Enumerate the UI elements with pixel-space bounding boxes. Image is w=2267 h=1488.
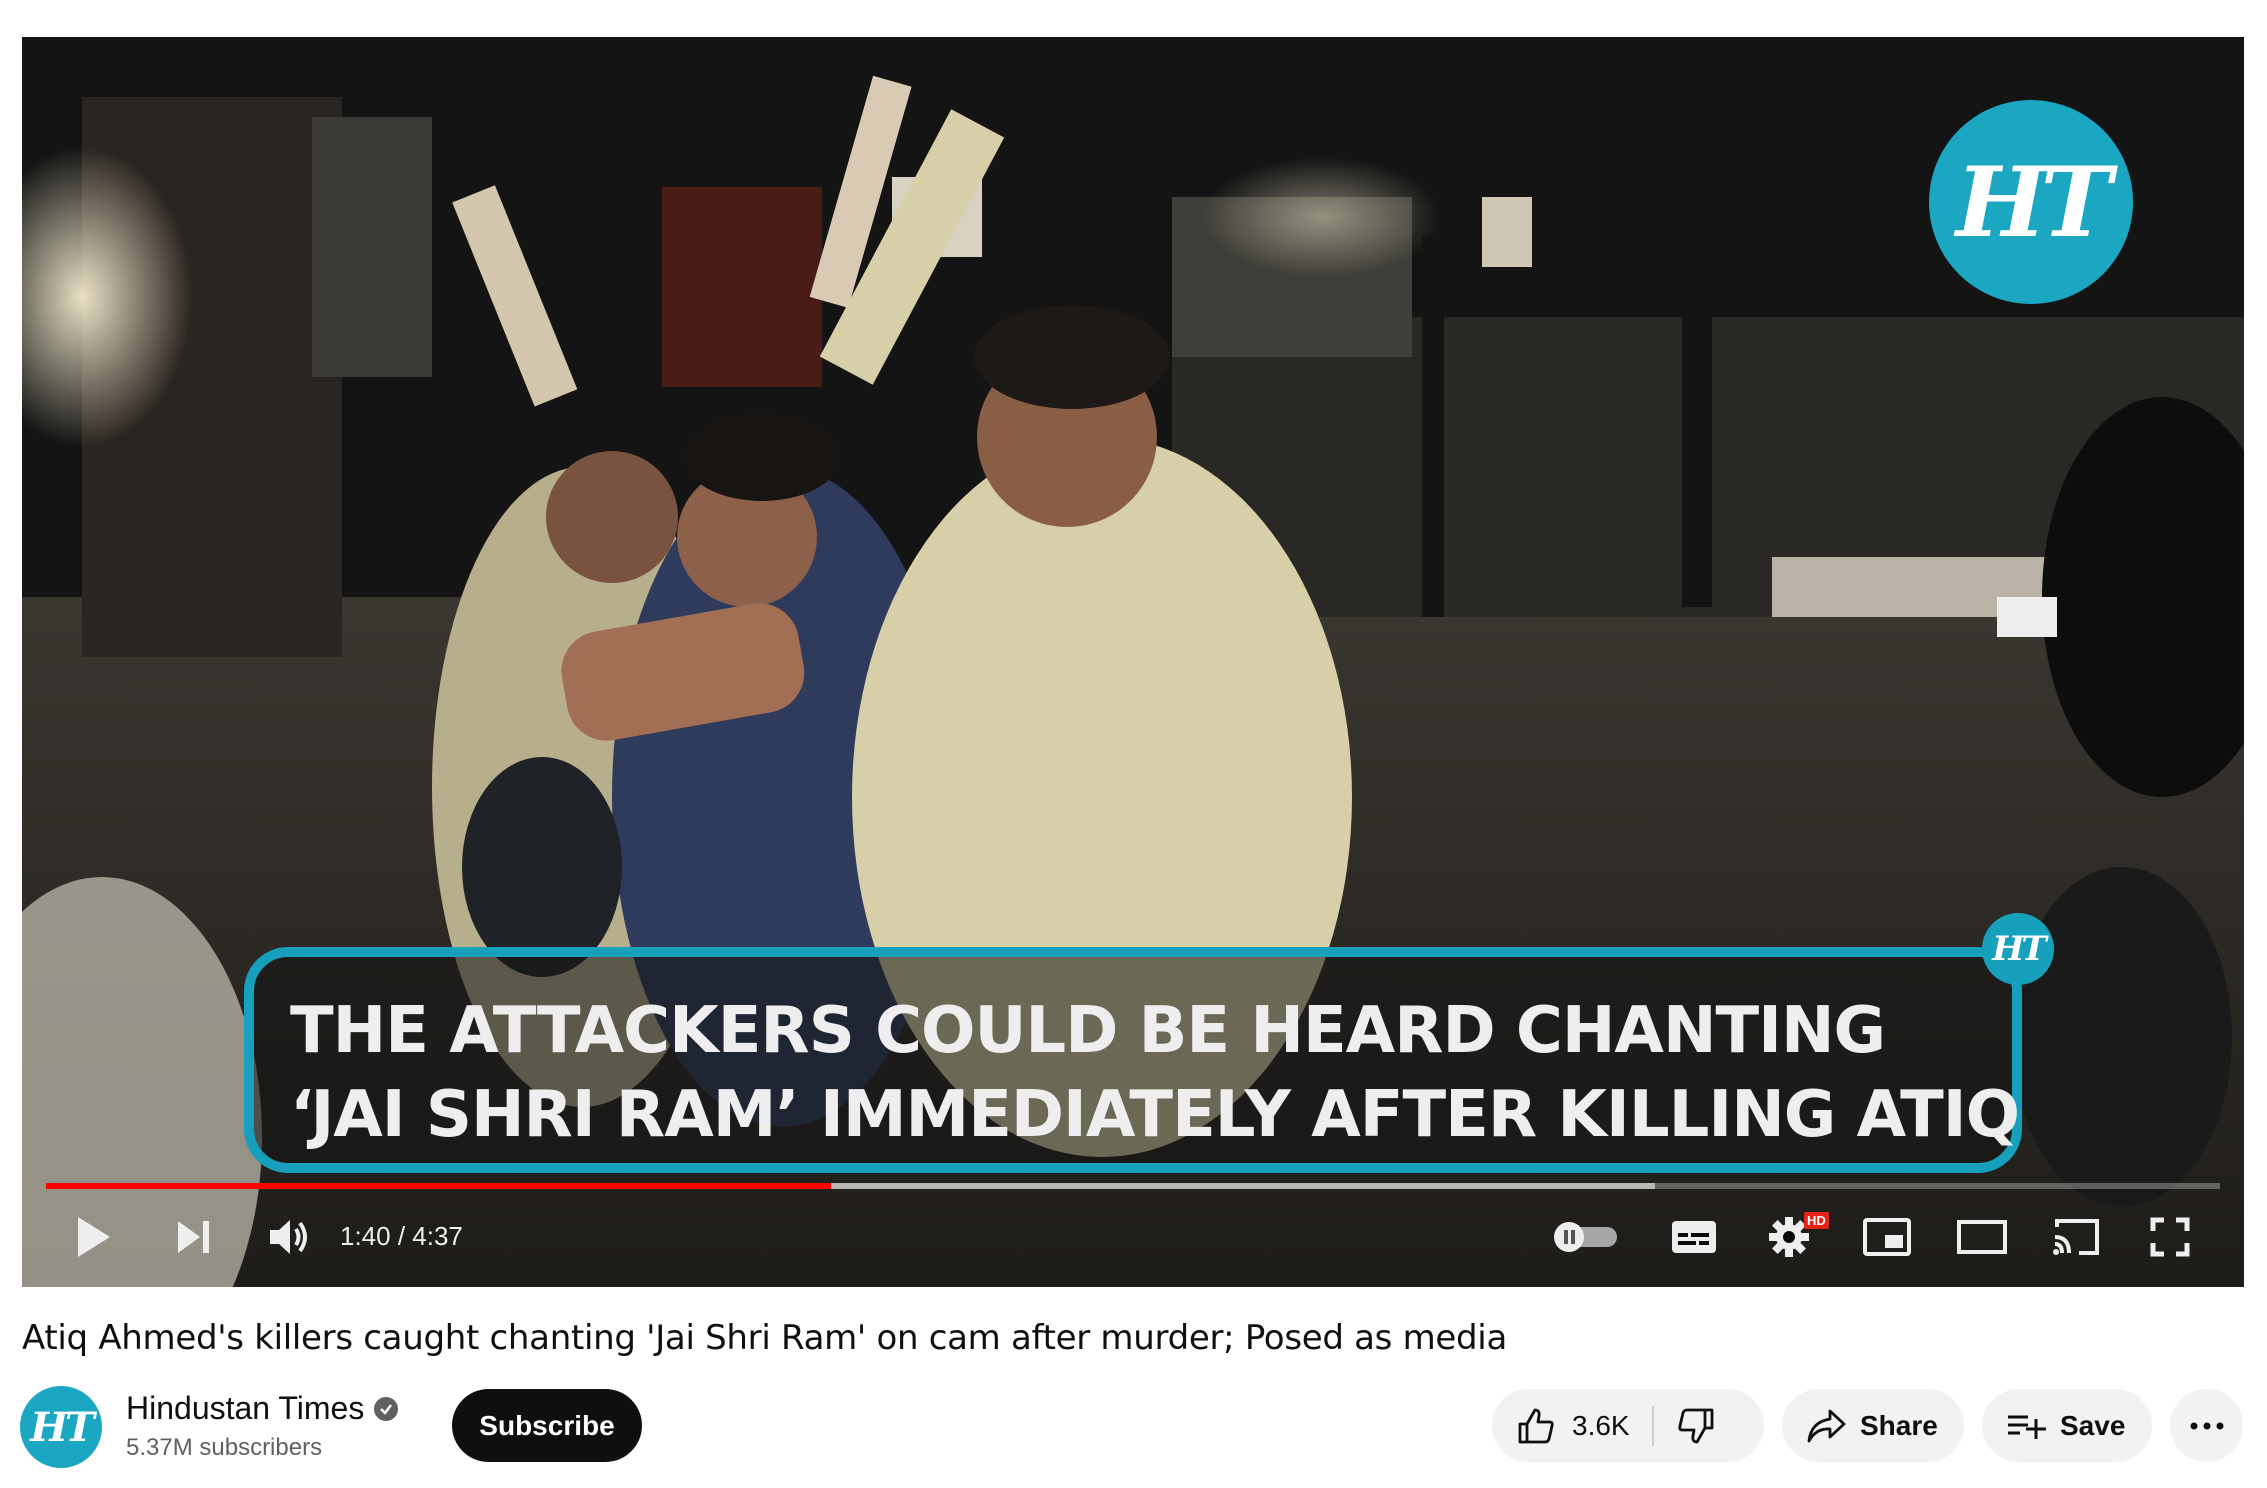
- subtitles-icon: [1672, 1221, 1716, 1253]
- subtitles-button[interactable]: [1662, 1205, 1726, 1269]
- theater-icon: [1957, 1220, 2007, 1254]
- dislike-button[interactable]: [1654, 1389, 1716, 1462]
- caption-badge-logo: HT: [1982, 913, 2054, 985]
- channel-name-link[interactable]: Hindustan Times: [126, 1390, 399, 1427]
- theater-mode-button[interactable]: [1950, 1205, 2014, 1269]
- more-actions-button[interactable]: [2170, 1389, 2243, 1462]
- play-icon: [78, 1217, 110, 1257]
- cast-button[interactable]: [2044, 1205, 2108, 1269]
- miniplayer-button[interactable]: [1855, 1205, 1919, 1269]
- add-to-playlist-icon: [2008, 1415, 2046, 1439]
- subscribe-button[interactable]: Subscribe: [452, 1389, 642, 1462]
- subscriber-count: 5.37M subscribers: [126, 1434, 323, 1461]
- save-label: Save: [2060, 1409, 2126, 1441]
- play-button[interactable]: [62, 1205, 126, 1269]
- like-count: 3.6K: [1572, 1409, 1630, 1441]
- channel-watermark-logo[interactable]: HT: [1929, 100, 2133, 304]
- next-icon: [178, 1221, 209, 1253]
- share-icon: [1807, 1409, 1846, 1442]
- save-button[interactable]: Save: [1982, 1389, 2152, 1462]
- thumbs-down-icon: [1677, 1408, 1714, 1443]
- played-bar: [46, 1183, 831, 1189]
- channel-name[interactable]: Hindustan Times: [126, 1390, 364, 1427]
- volume-button[interactable]: [258, 1205, 322, 1269]
- progress-bar[interactable]: [46, 1183, 2220, 1189]
- like-dislike-group: 3.6K: [1492, 1389, 1764, 1462]
- miniplayer-icon: [1863, 1218, 1911, 1256]
- video-title: Atiq Ahmed's killers caught chanting 'Ja…: [22, 1318, 1507, 1358]
- time-display: 1:40 / 4:37: [340, 1221, 463, 1251]
- next-button[interactable]: [162, 1205, 226, 1269]
- channel-avatar[interactable]: HT: [20, 1386, 102, 1468]
- caption-line: ‘JAI SHRI RAM’ IMMEDIATELY AFTER KILLING…: [290, 1078, 2020, 1152]
- fullscreen-button[interactable]: [2138, 1205, 2202, 1269]
- autoplay-toggle[interactable]: [1550, 1205, 1622, 1269]
- volume-icon: [270, 1220, 307, 1254]
- share-button[interactable]: Share: [1782, 1389, 1964, 1462]
- like-button[interactable]: 3.6K: [1492, 1389, 1630, 1462]
- hd-badge: HD: [1804, 1212, 1829, 1229]
- share-label: Share: [1860, 1409, 1938, 1441]
- caption-line: THE ATTACKERS COULD BE HEARD CHANTING: [290, 994, 1886, 1068]
- verified-icon: [374, 1396, 399, 1421]
- autoplay-toggle-icon: [1554, 1222, 1617, 1252]
- thumbs-up-icon: [1518, 1408, 1554, 1443]
- video-caption-overlay: THE ATTACKERS COULD BE HEARD CHANTING ‘J…: [244, 947, 2022, 1173]
- cast-icon: [2053, 1219, 2099, 1255]
- video-player[interactable]: HT THE ATTACKERS COULD BE HEARD CHANTING…: [22, 37, 2244, 1287]
- more-horizontal-icon: [2190, 1422, 2223, 1429]
- fullscreen-icon: [2150, 1217, 2190, 1257]
